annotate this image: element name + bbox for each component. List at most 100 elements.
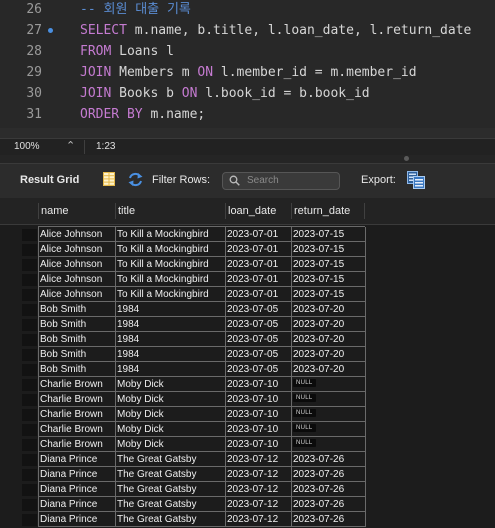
cell-name[interactable]: Diana Prince bbox=[38, 452, 115, 467]
cell-title[interactable]: 1984 bbox=[115, 332, 225, 347]
cell-loan-date[interactable]: 2023-07-12 bbox=[225, 467, 291, 482]
cell-return-date[interactable]: 2023-07-26 bbox=[291, 452, 365, 467]
cell-return-date[interactable]: NULL bbox=[291, 377, 365, 392]
cell-name[interactable]: Diana Prince bbox=[38, 512, 115, 527]
cell-title[interactable]: To Kill a Mockingbird bbox=[115, 257, 225, 272]
cell-loan-date[interactable]: 2023-07-12 bbox=[225, 482, 291, 497]
cell-return-date[interactable]: 2023-07-15 bbox=[291, 272, 365, 287]
table-row[interactable]: Alice Johnson To Kill a Mockingbird 2023-0… bbox=[0, 272, 495, 287]
cell-loan-date[interactable]: 2023-07-12 bbox=[225, 452, 291, 467]
cell-name[interactable]: Diana Prince bbox=[38, 467, 115, 482]
table-row[interactable]: Diana Prince The Great Gatsby 2023-07-12 20… bbox=[0, 467, 495, 482]
export-icon[interactable] bbox=[407, 171, 425, 189]
cell-name[interactable]: Diana Prince bbox=[38, 482, 115, 497]
column-header-return-date[interactable]: return_date bbox=[291, 203, 365, 219]
cell-loan-date[interactable]: 2023-07-05 bbox=[225, 362, 291, 377]
table-row[interactable]: Charlie Brown Moby Dick 2023-07-10 NULL bbox=[0, 407, 495, 422]
cell-return-date[interactable]: 2023-07-20 bbox=[291, 332, 365, 347]
cell-title[interactable]: The Great Gatsby bbox=[115, 497, 225, 512]
cell-title[interactable]: Moby Dick bbox=[115, 377, 225, 392]
cell-loan-date[interactable]: 2023-07-01 bbox=[225, 257, 291, 272]
row-selector[interactable] bbox=[22, 364, 37, 376]
table-row[interactable]: Bob Smith 1984 2023-07-05 2023-07-20 bbox=[0, 317, 495, 332]
cell-name[interactable]: Bob Smith bbox=[38, 302, 115, 317]
row-selector[interactable] bbox=[22, 514, 37, 526]
row-selector[interactable] bbox=[22, 229, 37, 241]
cell-loan-date[interactable]: 2023-07-05 bbox=[225, 347, 291, 362]
cell-title[interactable]: To Kill a Mockingbird bbox=[115, 287, 225, 302]
row-selector[interactable] bbox=[22, 244, 37, 256]
row-selector[interactable] bbox=[22, 289, 37, 301]
table-row[interactable]: Alice Johnson To Kill a Mockingbird 2023-0… bbox=[0, 257, 495, 272]
cell-title[interactable]: 1984 bbox=[115, 347, 225, 362]
cell-return-date[interactable]: 2023-07-20 bbox=[291, 302, 365, 317]
sql-editor[interactable]: 26 -- 회원 대출 기록 27 SELECT m.name, b.title, l… bbox=[0, 0, 495, 138]
cell-loan-date[interactable]: 2023-07-10 bbox=[225, 377, 291, 392]
pane-splitter[interactable] bbox=[0, 155, 495, 163]
row-selector[interactable] bbox=[22, 274, 37, 286]
table-row[interactable]: Alice Johnson To Kill a Mockingbird 2023-0… bbox=[0, 287, 495, 302]
row-selector[interactable] bbox=[22, 424, 37, 436]
cell-return-date[interactable]: 2023-07-20 bbox=[291, 362, 365, 377]
row-selector[interactable] bbox=[22, 484, 37, 496]
cell-title[interactable]: Moby Dick bbox=[115, 407, 225, 422]
filter-search-input[interactable] bbox=[247, 174, 333, 187]
editor-horizontal-scrollbar[interactable] bbox=[0, 128, 495, 138]
cell-title[interactable]: 1984 bbox=[115, 302, 225, 317]
table-row[interactable]: Alice Johnson To Kill a Mockingbird 2023-0… bbox=[0, 227, 495, 242]
cell-title[interactable]: The Great Gatsby bbox=[115, 512, 225, 527]
column-header-name[interactable]: name bbox=[38, 203, 115, 219]
cell-return-date[interactable]: NULL bbox=[291, 407, 365, 422]
code-line[interactable]: 26 -- 회원 대출 기록 bbox=[0, 0, 495, 20]
cell-return-date[interactable]: NULL bbox=[291, 392, 365, 407]
cell-name[interactable]: Alice Johnson bbox=[38, 272, 115, 287]
cell-return-date[interactable]: NULL bbox=[291, 422, 365, 437]
code-line[interactable]: 30 JOIN Books b ON l.book_id = b.book_id bbox=[0, 83, 495, 104]
code-line[interactable]: 29 JOIN Members m ON l.member_id = m.memb… bbox=[0, 62, 495, 83]
cell-name[interactable]: Charlie Brown bbox=[38, 407, 115, 422]
cell-loan-date[interactable]: 2023-07-01 bbox=[225, 227, 291, 242]
row-selector[interactable] bbox=[22, 499, 37, 511]
row-selector[interactable] bbox=[22, 349, 37, 361]
cell-loan-date[interactable]: 2023-07-10 bbox=[225, 437, 291, 452]
cell-loan-date[interactable]: 2023-07-12 bbox=[225, 512, 291, 527]
cell-title[interactable]: Moby Dick bbox=[115, 437, 225, 452]
refresh-icon[interactable] bbox=[127, 172, 144, 187]
cell-return-date[interactable]: 2023-07-26 bbox=[291, 482, 365, 497]
cell-loan-date[interactable]: 2023-07-10 bbox=[225, 407, 291, 422]
row-selector[interactable] bbox=[22, 334, 37, 346]
cell-title[interactable]: To Kill a Mockingbird bbox=[115, 242, 225, 257]
table-row[interactable]: Charlie Brown Moby Dick 2023-07-10 NULL bbox=[0, 437, 495, 452]
column-header-title[interactable]: title bbox=[115, 203, 225, 219]
cell-name[interactable]: Charlie Brown bbox=[38, 422, 115, 437]
cell-loan-date[interactable]: 2023-07-01 bbox=[225, 242, 291, 257]
table-row[interactable]: Diana Prince The Great Gatsby 2023-07-12 20… bbox=[0, 482, 495, 497]
cell-loan-date[interactable]: 2023-07-01 bbox=[225, 272, 291, 287]
cell-title[interactable]: 1984 bbox=[115, 362, 225, 377]
table-row[interactable]: Diana Prince The Great Gatsby 2023-07-12 20… bbox=[0, 512, 495, 527]
cell-loan-date[interactable]: 2023-07-05 bbox=[225, 302, 291, 317]
cell-return-date[interactable]: 2023-07-26 bbox=[291, 467, 365, 482]
cell-title[interactable]: The Great Gatsby bbox=[115, 452, 225, 467]
column-header-loan-date[interactable]: loan_date bbox=[225, 203, 290, 219]
cell-return-date[interactable]: 2023-07-26 bbox=[291, 497, 365, 512]
table-row[interactable]: Charlie Brown Moby Dick 2023-07-10 NULL bbox=[0, 377, 495, 392]
cell-loan-date[interactable]: 2023-07-01 bbox=[225, 287, 291, 302]
cell-title[interactable]: The Great Gatsby bbox=[115, 467, 225, 482]
cell-name[interactable]: Alice Johnson bbox=[38, 242, 115, 257]
code-line[interactable]: 28 FROM Loans l bbox=[0, 41, 495, 62]
cell-title[interactable]: The Great Gatsby bbox=[115, 482, 225, 497]
table-row[interactable]: Bob Smith 1984 2023-07-05 2023-07-20 bbox=[0, 362, 495, 377]
cell-title[interactable]: Moby Dick bbox=[115, 422, 225, 437]
row-selector[interactable] bbox=[22, 469, 37, 481]
cell-loan-date[interactable]: 2023-07-05 bbox=[225, 317, 291, 332]
cell-loan-date[interactable]: 2023-07-10 bbox=[225, 392, 291, 407]
row-selector[interactable] bbox=[22, 304, 37, 316]
row-selector[interactable] bbox=[22, 259, 37, 271]
cell-name[interactable]: Charlie Brown bbox=[38, 437, 115, 452]
cell-name[interactable]: Bob Smith bbox=[38, 347, 115, 362]
zoom-stepper-icon[interactable]: ⌃︎ bbox=[66, 139, 75, 152]
cell-name[interactable]: Alice Johnson bbox=[38, 257, 115, 272]
cell-title[interactable]: Moby Dick bbox=[115, 392, 225, 407]
filter-search-box[interactable] bbox=[222, 172, 340, 190]
